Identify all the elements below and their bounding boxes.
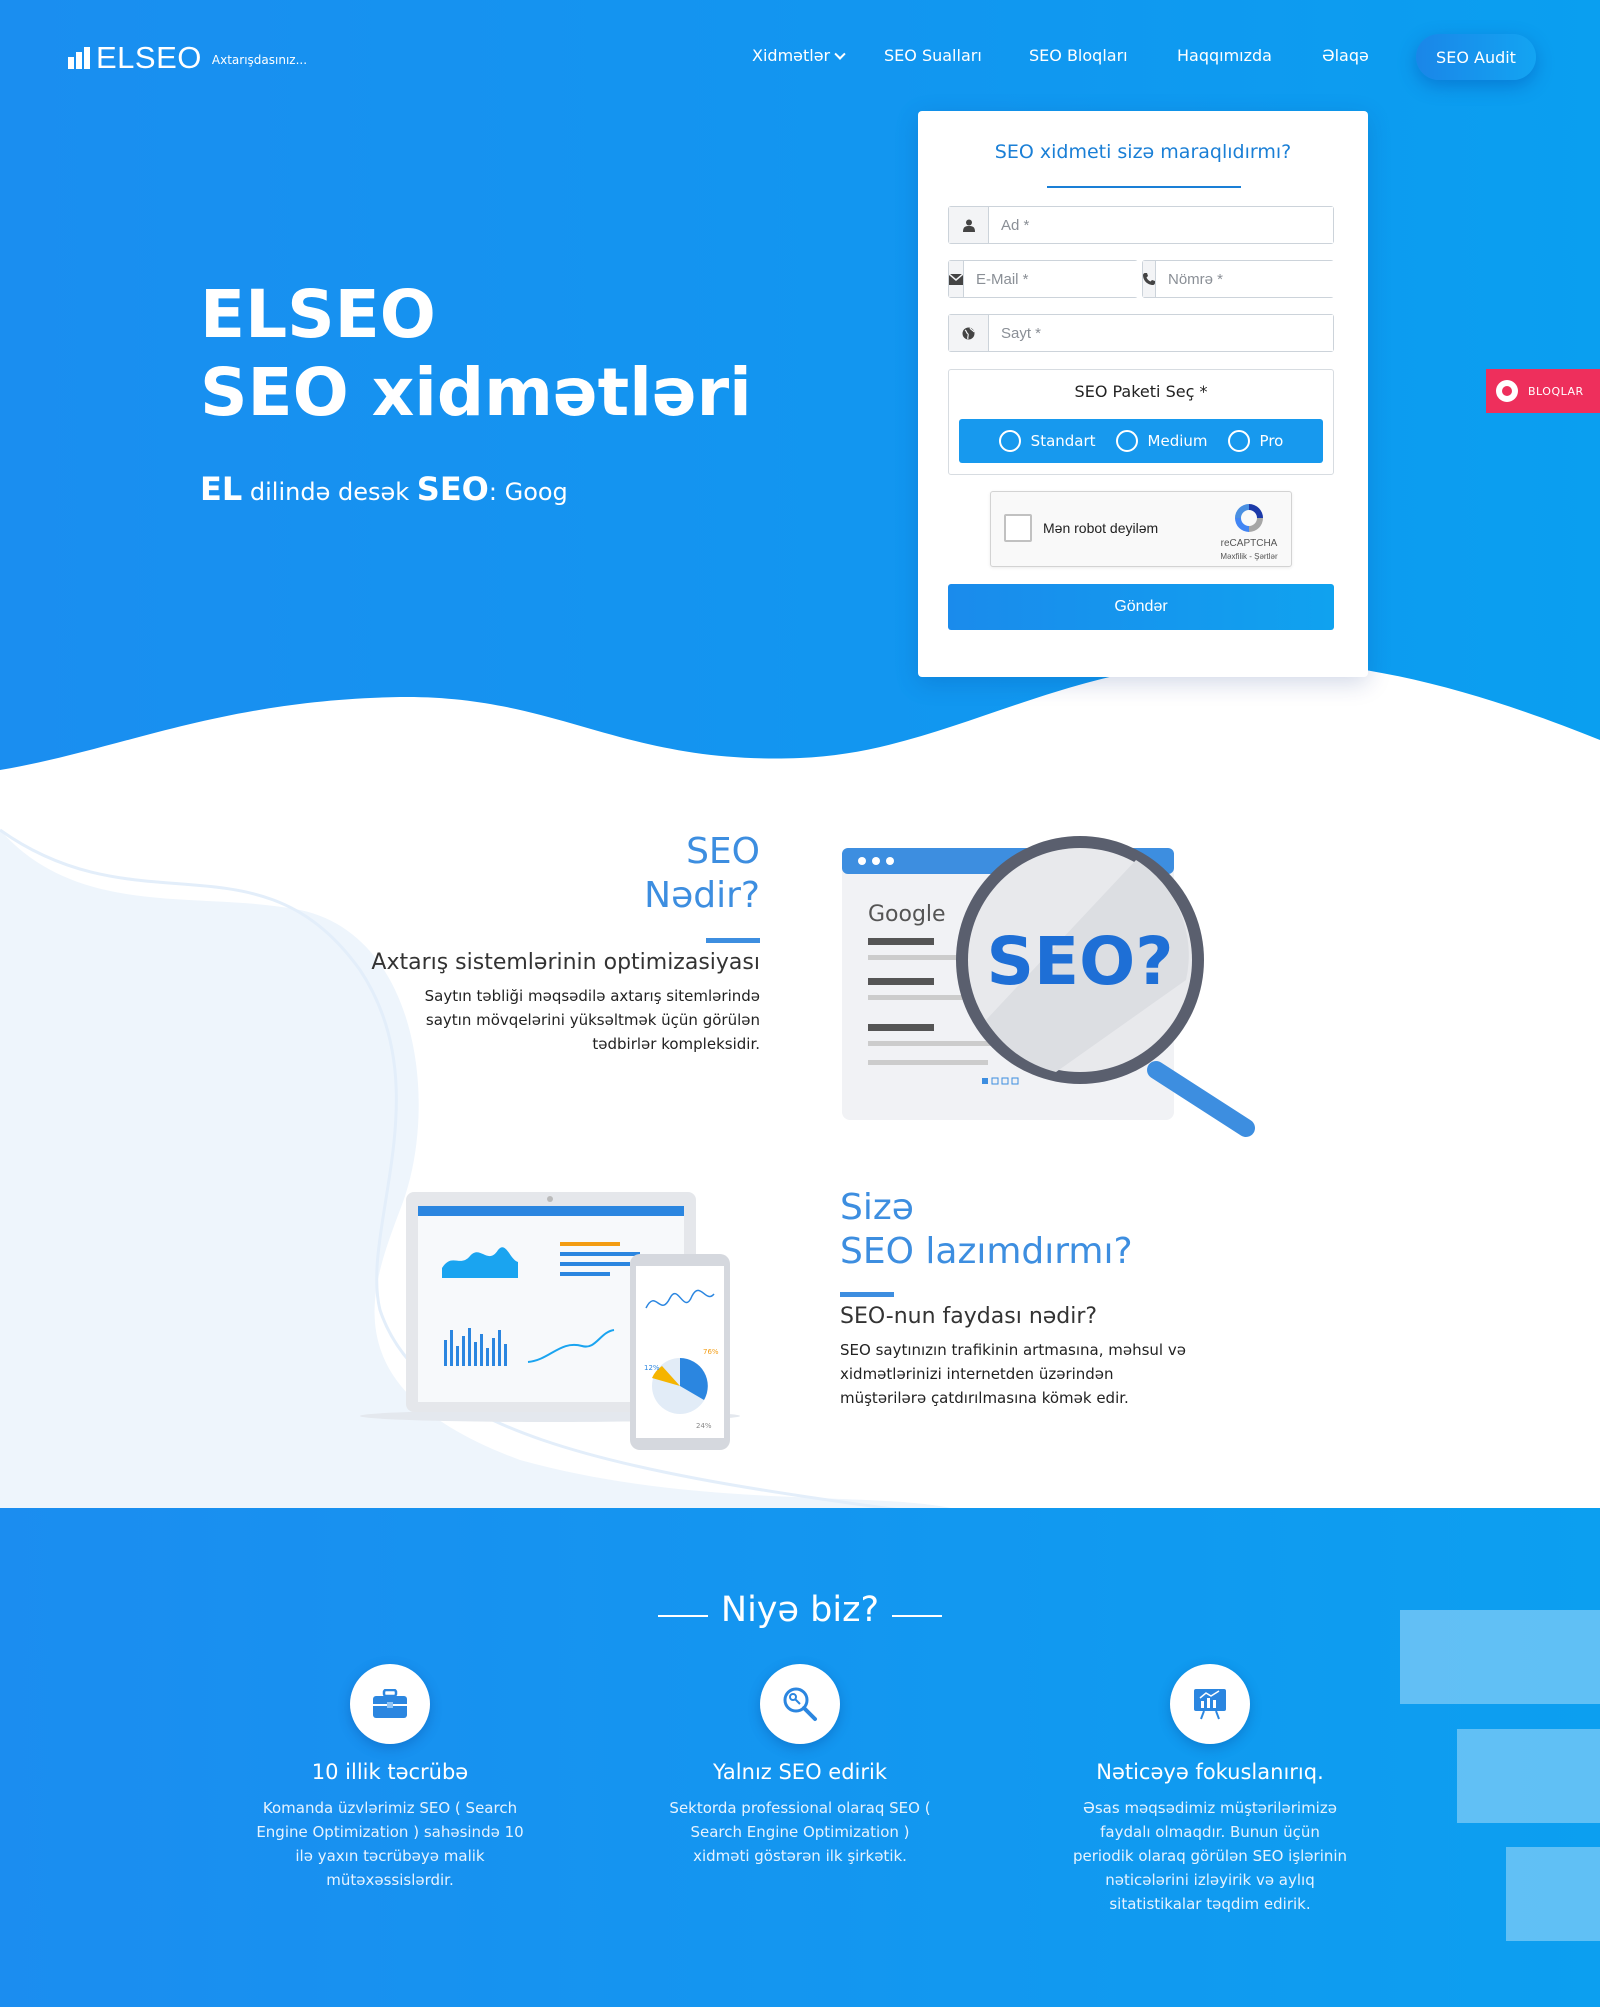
need-subtitle: SEO-nun faydası nədir? xyxy=(840,1304,1098,1329)
feature-title: Nəticəyə fokuslanırıq. xyxy=(1096,1760,1324,1784)
envelope-icon xyxy=(949,261,964,297)
seo-magnifier-illustration: Google SEO? xyxy=(842,836,1255,1137)
phone-pct-3: 24% xyxy=(696,1422,712,1430)
package-radio-pro[interactable]: Pro xyxy=(1227,430,1284,452)
chevron-down-icon xyxy=(834,48,846,60)
why-us-title: Niyə biz? xyxy=(720,1590,880,1630)
nav-item-faq[interactable]: SEO Sualları xyxy=(884,46,982,65)
hero-sub-end: : Goog xyxy=(488,478,568,506)
recaptcha-logo-icon xyxy=(1235,504,1263,532)
radio-label: Medium xyxy=(1147,432,1208,450)
nav-item-blogs[interactable]: SEO Bloqları xyxy=(1029,46,1128,65)
what-is-title-line2: Nədir? xyxy=(644,875,760,916)
nav-item-services[interactable]: Xidmətlər xyxy=(752,46,846,65)
decor-block xyxy=(1506,1847,1600,1941)
what-is-subtitle: Axtarış sistemlərinin optimizasiyası xyxy=(371,950,760,975)
feature-text: Komanda üzvlərimiz SEO ( Search Engine O… xyxy=(256,1799,524,1889)
need-text: SEO saytınızın trafikinin artmasına, məh… xyxy=(840,1341,1186,1407)
need-seo-title: Sizə SEO lazımdırmı? xyxy=(840,1186,1133,1274)
radio-circle xyxy=(1115,430,1138,452)
recaptcha-widget: Mən robot deyiləm reCAPTCHA Məxfilik - Ş… xyxy=(990,491,1292,567)
briefcase-icon xyxy=(350,1664,430,1744)
form-title-underline xyxy=(1047,186,1241,188)
illustration-seo-text: SEO? xyxy=(986,923,1173,1000)
need-title-line1: Sizə xyxy=(840,1187,914,1228)
name-input[interactable] xyxy=(989,207,1333,243)
phone-input[interactable] xyxy=(1156,261,1367,297)
site-field xyxy=(948,314,1334,352)
what-is-text: Saytın təbliği məqsədilə axtarış sitemlə… xyxy=(424,987,760,1053)
hero-title-line2: SEO xidmətləri xyxy=(200,354,752,431)
title-line-left xyxy=(658,1615,708,1617)
feature-title: 10 illik təcrübə xyxy=(311,1760,469,1784)
feature-card: Yalnız SEO edirik Sektorda professional … xyxy=(630,1664,970,1868)
hero-sub-seo: SEO xyxy=(416,470,489,508)
package-radio-medium[interactable]: Medium xyxy=(1115,430,1208,452)
seo-audit-button[interactable]: SEO Audit xyxy=(1416,34,1536,80)
package-title: SEO Paketi Seç * xyxy=(1074,382,1208,401)
title-accent-bar xyxy=(840,1292,894,1297)
nav-item-about[interactable]: Haqqımızda xyxy=(1177,46,1272,65)
feature-card: Nəticəyə fokuslanırıq. Əsas məqsədimiz m… xyxy=(1040,1664,1380,1916)
recaptcha-terms-link[interactable]: Məxfilik - Şərtlər xyxy=(1209,552,1289,561)
radio-label: Pro xyxy=(1259,432,1284,450)
dashboard-devices-illustration: 76% 12% 24% xyxy=(360,1192,740,1450)
circle-icon xyxy=(1496,380,1518,402)
phone-pct-1: 76% xyxy=(703,1348,719,1356)
hero-sub-mid: dilində desək xyxy=(242,478,417,506)
about-background xyxy=(0,828,960,1510)
phone-field xyxy=(1142,260,1367,298)
navbar: ELSEO Axtarışdasınız... Xidmətlər SEO Su… xyxy=(0,0,1600,112)
what-is-seo-title: SEO Nədir? xyxy=(560,830,760,918)
globe-icon xyxy=(949,315,989,351)
package-radio-standart[interactable]: Standart xyxy=(998,430,1096,452)
hero-subtitle: EL dilində desək SEO: Goog xyxy=(200,470,568,508)
package-options: Standart Medium Pro xyxy=(959,419,1323,463)
recaptcha-brand: reCAPTCHA xyxy=(1220,538,1278,549)
email-field xyxy=(948,260,1175,298)
title-line-right xyxy=(892,1615,942,1617)
need-title-line2: SEO lazımdırmı? xyxy=(840,1231,1133,1272)
title-accent-bar xyxy=(706,938,760,943)
name-field xyxy=(948,206,1334,244)
presentation-chart-icon xyxy=(1170,1664,1250,1744)
illustration-brand: Google xyxy=(868,902,946,927)
hero-title: ELSEO SEO xidmətləri xyxy=(200,276,752,432)
phone-pct-2: 12% xyxy=(644,1364,660,1372)
nav-item-label: Xidmətlər xyxy=(752,46,831,65)
site-input[interactable] xyxy=(989,315,1333,351)
phone-icon xyxy=(1143,261,1156,297)
radio-circle xyxy=(1227,430,1250,452)
decor-block xyxy=(1457,1729,1600,1823)
recaptcha-label: Mən robot deyiləm xyxy=(1043,520,1159,536)
radio-label: Standart xyxy=(1030,432,1096,450)
hero-title-line1: ELSEO xyxy=(200,276,436,353)
what-is-title-line1: SEO xyxy=(686,831,760,872)
feature-title: Yalnız SEO edirik xyxy=(713,1760,887,1784)
feature-text: Əsas məqsədimiz müştərilərimizə faydalı … xyxy=(1072,1799,1348,1913)
search-key-icon xyxy=(760,1664,840,1744)
side-tab-label: BLOQLAR xyxy=(1528,384,1584,398)
feature-text: Sektorda professional olaraq SEO ( Searc… xyxy=(669,1799,931,1865)
contact-form-card: SEO xidmeti sizə maraqlıdırmı? SEO Paket… xyxy=(918,111,1368,677)
form-title: SEO xidmeti sizə maraqlıdırmı? xyxy=(994,141,1292,163)
recaptcha-checkbox[interactable] xyxy=(1004,514,1032,542)
blogs-side-tab[interactable]: BLOQLAR xyxy=(1486,369,1600,413)
feature-card: 10 illik təcrübə Komanda üzvlərimiz SEO … xyxy=(220,1664,560,1892)
radio-circle xyxy=(998,430,1021,452)
package-selector: SEO Paketi Seç * Standart Medium Pro xyxy=(948,369,1334,475)
why-us-section: Niyə biz? 10 illik təcrübə Komanda üzvlə… xyxy=(0,1508,1600,2007)
user-icon xyxy=(949,207,989,243)
submit-button[interactable]: Göndər xyxy=(948,584,1334,630)
nav-item-contact[interactable]: Əlaqə xyxy=(1322,46,1369,65)
hero-sub-el: EL xyxy=(200,470,243,508)
